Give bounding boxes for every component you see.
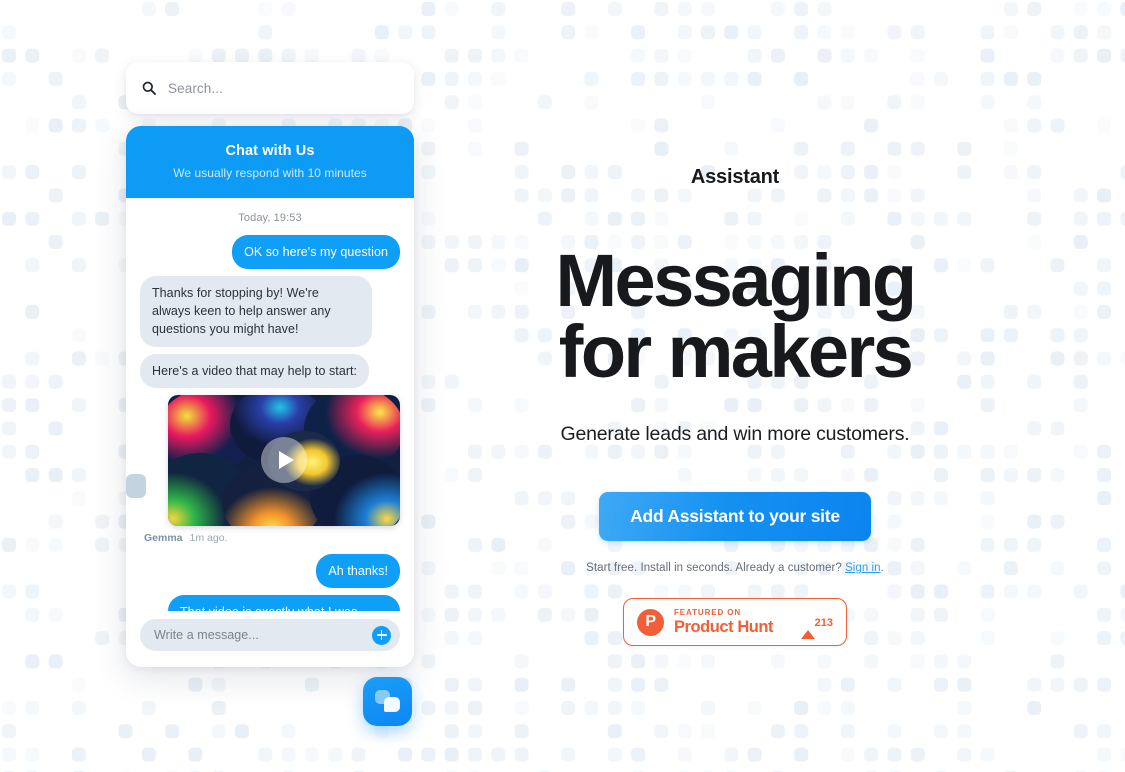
hero-headline-line-2: for makers	[558, 310, 914, 394]
message-bubble-outgoing: OK so here's my question	[232, 234, 400, 269]
message-input-placeholder[interactable]: Write a message...	[154, 628, 259, 642]
message-bubble-outgoing: Ah thanks!	[316, 553, 400, 589]
message-timestamp: 1m ago.	[189, 531, 228, 544]
chat-widget-column: Search... Chat with Us We usually respon…	[126, 62, 414, 667]
hero-fineprint: Start free. Install in seconds. Already …	[586, 562, 884, 574]
message-composer: Write a message...	[126, 611, 414, 667]
product-hunt-text: FEATURED ON Product Hunt	[674, 607, 791, 636]
message-row: OK so here's my question	[140, 234, 400, 269]
message-input[interactable]: Write a message...	[140, 619, 400, 651]
message-row-video	[140, 394, 400, 526]
chat-widget: Chat with Us We usually respond with 10 …	[126, 126, 414, 667]
product-hunt-upvote-count: 213	[814, 617, 833, 630]
video-thumbnail[interactable]	[168, 394, 400, 526]
message-sender-name: Gemma	[144, 531, 183, 544]
message-row: Here's a video that may help to start:	[140, 353, 400, 388]
message-meta: Gemma 1m ago.	[140, 532, 400, 544]
add-assistant-button[interactable]: Add Assistant to your site	[599, 492, 871, 542]
sign-in-link[interactable]: Sign in	[845, 562, 881, 574]
message-bubble-incoming: Thanks for stopping by! We're always kee…	[140, 275, 372, 347]
hero-fineprint-period: .	[880, 562, 884, 575]
message-bubble-outgoing: That video is exactly what I was looking…	[168, 595, 400, 611]
hero-fineprint-text: Start free. Install in seconds. Already …	[586, 562, 846, 575]
hero-section: Assistant Messaging for makers Generate …	[470, 0, 1000, 772]
product-hunt-logo-letter: P	[645, 613, 656, 631]
chat-day-stamp: Today, 19:53	[238, 211, 302, 224]
message-row: That video is exactly what I was looking…	[140, 595, 400, 611]
message-row: Thanks for stopping by! We're always kee…	[140, 275, 400, 347]
chat-launcher-button[interactable]	[363, 677, 412, 726]
product-hunt-badge[interactable]: P FEATURED ON Product Hunt 213	[623, 598, 847, 647]
hero-headline: Messaging for makers	[555, 244, 917, 389]
avatar	[126, 474, 146, 498]
search-bar[interactable]: Search...	[126, 62, 414, 114]
message-bubble-incoming: Here's a video that may help to start:	[140, 353, 370, 388]
message-row: Ah thanks!	[140, 553, 400, 589]
chat-header-title: Chat with Us	[225, 143, 315, 159]
search-icon	[142, 81, 156, 95]
upvote-triangle-icon	[800, 613, 815, 640]
chat-header: Chat with Us We usually respond with 10 …	[126, 126, 414, 198]
plus-icon[interactable]	[372, 625, 391, 645]
product-hunt-name: Product Hunt	[674, 617, 774, 636]
page-title: Assistant	[690, 166, 780, 188]
page-root: Search... Chat with Us We usually respon…	[0, 0, 1125, 772]
product-hunt-logo-icon: P	[637, 608, 664, 636]
chat-bubble-front-icon	[384, 697, 400, 712]
product-hunt-featured-label: FEATURED ON	[674, 607, 742, 617]
search-input-placeholder[interactable]: Search...	[168, 81, 223, 96]
play-icon[interactable]	[261, 437, 307, 484]
hero-subheadline: Generate leads and win more customers.	[560, 423, 910, 446]
product-hunt-upvotes[interactable]: 213	[800, 613, 833, 640]
chat-message-list[interactable]: Today, 19:53 OK so here's my question Th…	[126, 198, 414, 611]
chat-header-subtitle: We usually respond with 10 minutes	[173, 165, 367, 180]
